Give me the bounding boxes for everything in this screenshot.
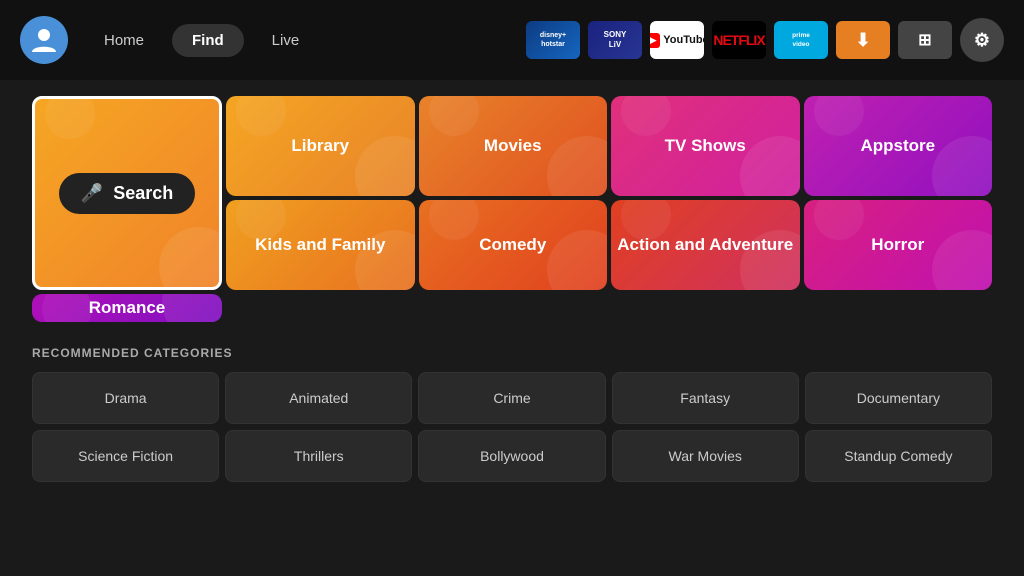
netflix-app[interactable]: NETFLIX xyxy=(712,21,766,59)
recommended-label: RECOMMENDED CATEGORIES xyxy=(32,346,992,360)
romance-tile[interactable]: Romance xyxy=(32,294,222,322)
header: Home Find Live disney+hotstar SONYLiV ▶ … xyxy=(0,0,1024,80)
sonyliv-app[interactable]: SONYLiV xyxy=(588,21,642,59)
library-tile[interactable]: Library xyxy=(226,96,415,196)
primevideo-app[interactable]: primevideo xyxy=(774,21,828,59)
search-tile[interactable]: 🎤 Search xyxy=(32,96,222,290)
recommended-grid: Drama Animated Crime Fantasy Documentary… xyxy=(32,372,992,482)
search-label: Search xyxy=(113,183,173,204)
comedy-tile[interactable]: Comedy xyxy=(419,200,608,290)
rec-standup[interactable]: Standup Comedy xyxy=(805,430,992,482)
rec-scifi[interactable]: Science Fiction xyxy=(32,430,219,482)
rec-warmovies[interactable]: War Movies xyxy=(612,430,799,482)
rec-thrillers[interactable]: Thrillers xyxy=(225,430,412,482)
nav-find[interactable]: Find xyxy=(172,24,244,57)
multiwindow-app[interactable]: ⊞ xyxy=(898,21,952,59)
kids-tile[interactable]: Kids and Family xyxy=(226,200,415,290)
search-button[interactable]: 🎤 Search xyxy=(59,173,195,214)
user-avatar[interactable] xyxy=(20,16,68,64)
hotstar-app[interactable]: disney+hotstar xyxy=(526,21,580,59)
appstore-tile[interactable]: Appstore xyxy=(804,96,993,196)
rec-fantasy[interactable]: Fantasy xyxy=(612,372,799,424)
youtube-app[interactable]: ▶ YouTube xyxy=(650,21,704,59)
nav-home[interactable]: Home xyxy=(84,24,164,57)
rec-bollywood[interactable]: Bollywood xyxy=(418,430,605,482)
rec-animated[interactable]: Animated xyxy=(225,372,412,424)
nav-live[interactable]: Live xyxy=(252,24,320,57)
nav-menu: Home Find Live xyxy=(84,24,319,57)
downloader-app[interactable]: ⬇ xyxy=(836,21,890,59)
app-shortcuts: disney+hotstar SONYLiV ▶ YouTube NETFLIX… xyxy=(526,18,1004,62)
main-content: 🎤 Search Library Movies TV Shows Appstor… xyxy=(0,80,1024,498)
horror-tile[interactable]: Horror xyxy=(804,200,993,290)
rec-drama[interactable]: Drama xyxy=(32,372,219,424)
settings-app[interactable]: ⚙ xyxy=(960,18,1004,62)
mic-icon: 🎤 xyxy=(81,183,103,204)
action-tile[interactable]: Action and Adventure xyxy=(611,200,800,290)
tvshows-tile[interactable]: TV Shows xyxy=(611,96,800,196)
category-grid: 🎤 Search Library Movies TV Shows Appstor… xyxy=(32,96,992,322)
rec-documentary[interactable]: Documentary xyxy=(805,372,992,424)
rec-crime[interactable]: Crime xyxy=(418,372,605,424)
movies-tile[interactable]: Movies xyxy=(419,96,608,196)
